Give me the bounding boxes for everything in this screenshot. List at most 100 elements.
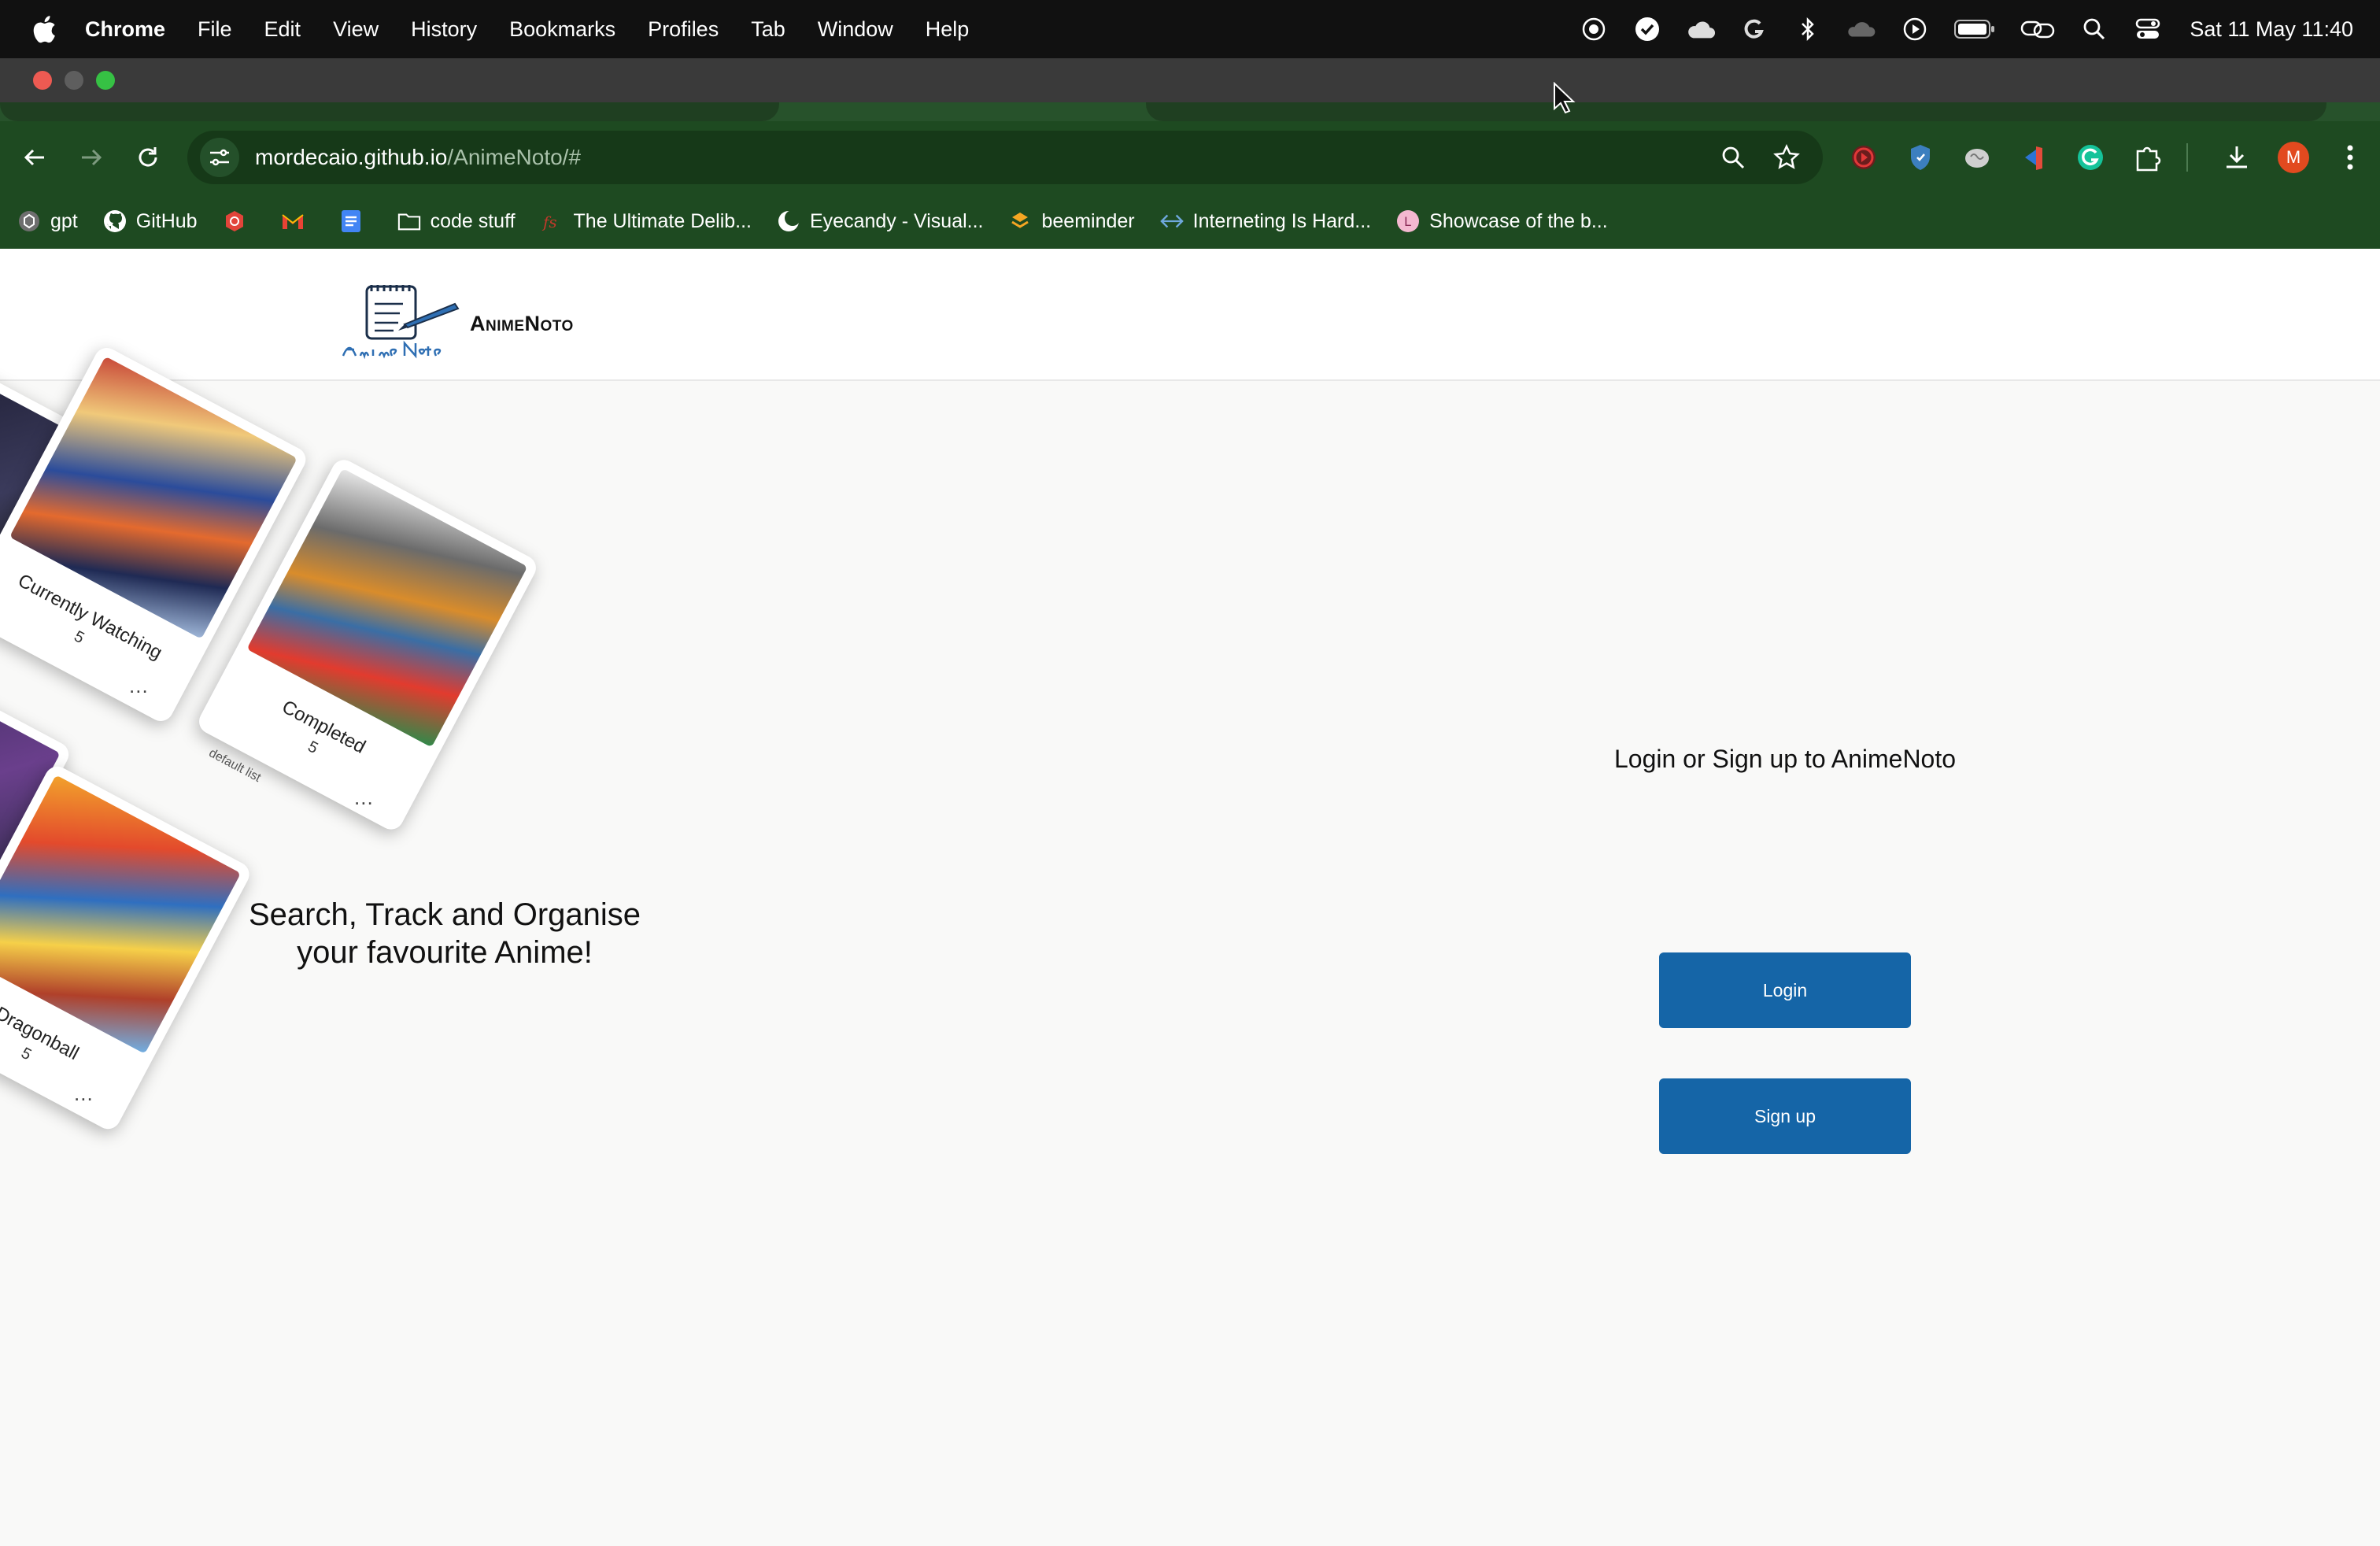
colorful-extension-icon[interactable] — [2016, 140, 2051, 175]
screen-record-icon[interactable] — [1579, 14, 1609, 44]
auth-heading: Login or Sign up to AnimeNoto — [1613, 745, 1957, 773]
macos-menubar: Chrome File Edit View History Bookmarks … — [0, 0, 2380, 58]
address-bar[interactable]: mordecaio.github.io/AnimeNoto/# — [187, 131, 1823, 184]
menu-history[interactable]: History — [411, 17, 477, 42]
card-cover-art — [0, 775, 241, 1054]
menu-view[interactable]: View — [333, 17, 379, 42]
bookmark-google-docs[interactable] — [339, 209, 372, 233]
card-menu-dots-icon[interactable]: ... — [74, 1082, 94, 1106]
reload-button[interactable] — [131, 140, 165, 175]
tab-inactive-right[interactable] — [1146, 102, 2326, 121]
l-avatar-icon: L — [1396, 209, 1420, 233]
site-brand-name[interactable]: AnimeNoto — [470, 312, 574, 336]
extensions-puzzle-icon[interactable] — [2130, 140, 2164, 175]
tagline-line-1: Search, Track and Organise — [248, 897, 641, 932]
chrome-menu-icon[interactable] — [2333, 140, 2367, 175]
bookmark-folder-code-stuff[interactable]: code stuff — [397, 209, 516, 233]
brain-extension-icon[interactable] — [1960, 140, 1994, 175]
bookmark-label: code stuff — [430, 209, 516, 232]
creative-cloud-icon[interactable] — [1846, 14, 1876, 44]
apple-icon[interactable] — [28, 13, 58, 45]
bookmark-ultimate-delib[interactable]: fs The Ultimate Delib... — [541, 209, 752, 233]
interneting-icon — [1159, 209, 1184, 233]
url-host: mordecaio.github.io — [255, 145, 448, 169]
menu-tab[interactable]: Tab — [751, 17, 785, 42]
animenoto-logo[interactable] — [338, 279, 464, 362]
mouse-cursor-icon — [1554, 82, 1576, 114]
signup-button[interactable]: Sign up — [1659, 1078, 1911, 1154]
profile-avatar[interactable]: M — [2276, 140, 2311, 175]
grammarly-extension-icon[interactable] — [2073, 140, 2108, 175]
anime-list-cards-illustration: fault list Currently Watching 5 ... Comp… — [0, 335, 567, 1168]
menu-app-name[interactable]: Chrome — [85, 17, 165, 42]
bookmark-github[interactable]: GitHub — [103, 209, 198, 233]
login-button[interactable]: Login — [1659, 952, 1911, 1028]
url-path: /AnimeNoto/# — [447, 145, 582, 169]
bookmark-showcase[interactable]: L Showcase of the b... — [1396, 209, 1608, 233]
extensions-area: M — [1846, 139, 2380, 176]
menu-help[interactable]: Help — [926, 17, 970, 42]
site-settings-icon[interactable] — [200, 138, 239, 177]
svg-text:fs: fs — [541, 213, 557, 231]
bookmark-label: Interneting Is Hard... — [1192, 209, 1372, 232]
window-titlebar[interactable] — [0, 58, 2380, 102]
bookmark-beeminder[interactable]: beeminder — [1008, 209, 1135, 233]
bluetooth-icon[interactable] — [1793, 14, 1823, 44]
back-arrow-icon — [24, 149, 44, 166]
bookmarks-bar: gpt GitHub code stuff fs The Ultimate De… — [0, 194, 2380, 249]
fs-icon: fs — [541, 209, 564, 233]
hero-tagline: Search, Track and Organise your favourit… — [236, 896, 653, 971]
back-button[interactable] — [17, 140, 52, 175]
menu-profiles[interactable]: Profiles — [648, 17, 719, 42]
check-circle-icon[interactable] — [1632, 14, 1662, 44]
zoom-magnifier-icon[interactable] — [1717, 142, 1749, 173]
google-docs-icon — [339, 209, 363, 233]
bookmark-label: beeminder — [1041, 209, 1135, 232]
play-circle-icon[interactable] — [1900, 14, 1930, 44]
bookmark-label: Eyecandy - Visual... — [810, 209, 984, 232]
bookmark-label: gpt — [50, 209, 78, 232]
bookmark-interneting[interactable]: Interneting Is Hard... — [1159, 209, 1372, 233]
forward-arrow-icon — [82, 149, 102, 166]
card-menu-dots-icon[interactable]: ... — [129, 674, 149, 698]
bookmark-gmail[interactable] — [281, 209, 314, 233]
bookmark-label: GitHub — [135, 209, 198, 232]
forward-button[interactable] — [74, 140, 109, 175]
menu-file[interactable]: File — [198, 17, 232, 42]
menu-edit[interactable]: Edit — [264, 17, 301, 42]
menu-bookmarks[interactable]: Bookmarks — [509, 17, 615, 42]
red-hexagon-icon — [223, 209, 246, 233]
tab-inactive-left[interactable] — [0, 102, 779, 121]
gmail-icon — [281, 209, 305, 233]
reload-icon — [139, 147, 157, 167]
grammarly-menubar-icon[interactable] — [1739, 14, 1769, 44]
link-chain-icon[interactable] — [2020, 14, 2056, 44]
web-page: AnimeNoto fault list Currently Watching … — [0, 249, 2380, 1546]
bookmark-star-icon[interactable] — [1771, 142, 1802, 173]
download-icon[interactable] — [2219, 140, 2254, 175]
folder-icon — [397, 209, 421, 233]
menubar-clock[interactable]: Sat 11 May 11:40 — [2190, 17, 2353, 42]
list-card-dragonball[interactable]: Dragonball 5 — [0, 762, 254, 1134]
window-minimize-button[interactable] — [65, 71, 83, 90]
window-zoom-button[interactable] — [96, 71, 115, 90]
card-menu-dots-icon[interactable]: ... — [354, 786, 374, 810]
svg-text:L: L — [1404, 214, 1411, 229]
toolbar-separator — [2186, 143, 2188, 172]
battery-icon[interactable] — [1953, 14, 1996, 44]
menubar-status-area: Sat 11 May 11:40 — [1555, 0, 2353, 58]
shield-extension-icon[interactable] — [1903, 140, 1938, 175]
spotlight-search-icon[interactable] — [2079, 14, 2109, 44]
record-extension-icon[interactable] — [1846, 140, 1881, 175]
bookmark-eyecandy[interactable]: Eyecandy - Visual... — [777, 209, 983, 233]
bookmark-red-hexagon[interactable] — [223, 209, 256, 233]
control-center-icon[interactable] — [2133, 14, 2163, 44]
window-close-button[interactable] — [33, 71, 52, 90]
bookmark-gpt[interactable]: gpt — [17, 209, 78, 233]
openai-icon — [17, 209, 41, 233]
cloud-icon[interactable] — [1686, 14, 1716, 44]
address-url[interactable]: mordecaio.github.io/AnimeNoto/# — [255, 145, 581, 170]
github-icon — [103, 209, 127, 233]
site-header: AnimeNoto — [0, 249, 2380, 381]
menu-window[interactable]: Window — [818, 17, 893, 42]
